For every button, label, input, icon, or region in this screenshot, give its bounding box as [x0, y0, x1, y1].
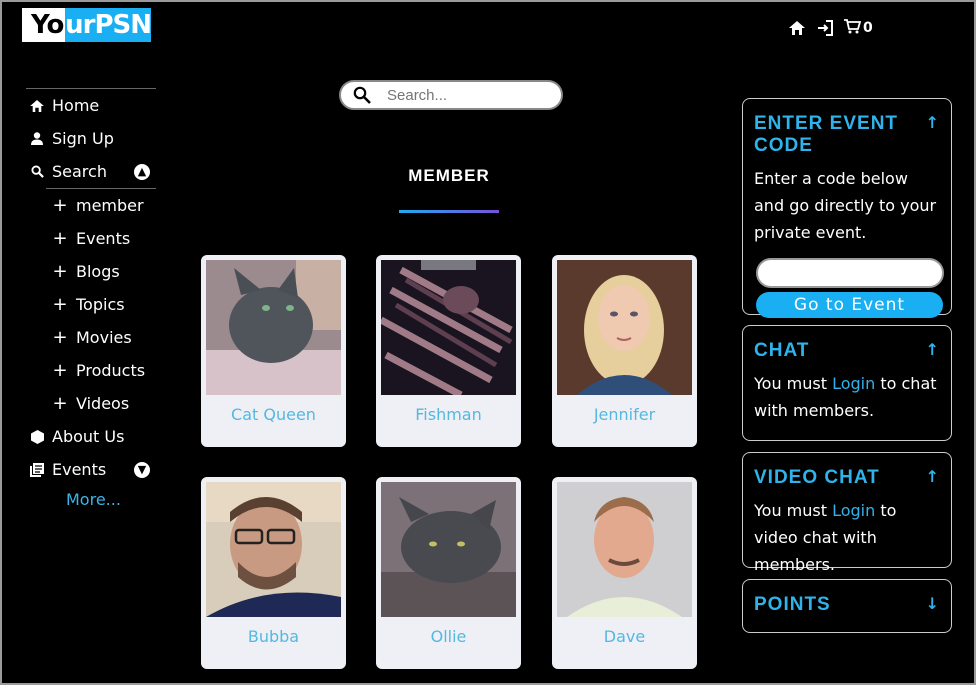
more-link[interactable]: More... — [26, 486, 156, 514]
submenu-item-topics[interactable]: + Topics — [46, 288, 156, 321]
login-link[interactable]: Login — [832, 501, 875, 520]
plus-icon: + — [52, 228, 68, 249]
member-name: Dave — [603, 627, 646, 646]
site-logo[interactable]: Yo urPSN — [22, 8, 152, 42]
sidebar-item-label: Events — [52, 460, 107, 479]
arrow-up-icon[interactable]: ↑ — [926, 113, 939, 132]
text-prefix: You must — [754, 501, 833, 520]
submenu-item-label: Movies — [76, 328, 132, 347]
panel-text: You must Login to video chat with member… — [743, 489, 951, 578]
member-photo — [206, 260, 341, 395]
sidebar-item-events[interactable]: Events ▼ — [26, 453, 156, 486]
panel-text: Enter a code below and go directly to yo… — [754, 169, 937, 242]
points-panel: POINTS ↓ — [742, 579, 952, 633]
panel-title: ENTER EVENT CODE — [754, 113, 899, 156]
search-input[interactable] — [385, 85, 539, 105]
submenu-item-label: Topics — [76, 295, 125, 314]
plus-icon: + — [52, 294, 68, 315]
sidebar-item-about[interactable]: About Us — [26, 420, 156, 453]
chat-panel: CHAT ↑ You must Login to chat with membe… — [742, 325, 952, 441]
panel-text: You must Login to chat with members. — [743, 362, 951, 424]
member-name: Ollie — [430, 627, 467, 646]
arrow-up-icon[interactable]: ↑ — [926, 340, 939, 359]
search-submenu: + member + Events + Blogs + Topics + Movies +… — [46, 188, 156, 420]
list-icon — [26, 462, 48, 477]
member-card[interactable]: Jennifer — [552, 255, 697, 447]
page-frame: Yo urPSN 0 Home Sign Up Search ▲ + membe… — [0, 0, 976, 685]
panel-title: VIDEO CHAT — [754, 467, 880, 488]
cart-button[interactable]: 0 — [844, 18, 873, 38]
submenu-item-label: Blogs — [76, 262, 120, 281]
expand-down-icon[interactable]: ▼ — [134, 461, 150, 478]
search-icon — [26, 165, 48, 178]
member-card[interactable]: Bubba — [201, 477, 346, 669]
logo-right-text: urPSN — [65, 8, 152, 42]
plus-icon: + — [52, 261, 68, 282]
member-card[interactable]: Ollie — [376, 477, 521, 669]
member-name: Fishman — [415, 405, 482, 424]
user-icon — [26, 132, 48, 145]
submenu-item-videos[interactable]: + Videos — [46, 387, 156, 420]
member-name: Jennifer — [593, 405, 656, 424]
plus-icon: + — [52, 195, 68, 216]
hexagon-icon — [26, 429, 48, 444]
logo-left-text: Yo — [22, 8, 66, 42]
page-title: MEMBER — [408, 166, 490, 185]
member-name: Cat Queen — [231, 405, 316, 424]
member-photo — [557, 482, 692, 617]
submenu-item-events[interactable]: + Events — [46, 222, 156, 255]
text-prefix: You must — [754, 374, 833, 393]
event-code-input[interactable] — [756, 258, 944, 288]
plus-icon: + — [52, 360, 68, 381]
home-icon[interactable] — [788, 19, 806, 37]
sidebar-item-label: About Us — [52, 427, 125, 446]
member-photo — [381, 482, 516, 617]
sidebar-nav: Home Sign Up Search ▲ + member + Events + B… — [26, 88, 156, 514]
member-name: Bubba — [247, 627, 300, 646]
panel-title: POINTS — [754, 594, 831, 615]
member-photo — [381, 260, 516, 395]
submenu-item-label: member — [76, 196, 144, 215]
arrow-up-icon[interactable]: ↑ — [926, 467, 939, 486]
sidebar-item-label: Home — [52, 96, 100, 115]
member-card[interactable]: Dave — [552, 477, 697, 669]
arrow-down-icon[interactable]: ↓ — [926, 594, 939, 613]
sidebar-item-label: Sign Up — [52, 129, 114, 148]
member-card[interactable]: Cat Queen — [201, 255, 346, 447]
search-icon — [353, 86, 375, 104]
submenu-item-blogs[interactable]: + Blogs — [46, 255, 156, 288]
collapse-up-icon[interactable]: ▲ — [134, 163, 150, 180]
go-to-event-button[interactable]: Go to Event — [756, 292, 943, 318]
search-bar — [339, 80, 563, 110]
sidebar-item-signup[interactable]: Sign Up — [26, 122, 156, 155]
submenu-item-label: Events — [76, 229, 131, 248]
cart-icon — [844, 18, 862, 38]
plus-icon: + — [52, 327, 68, 348]
sidebar-item-label: Search — [52, 162, 107, 181]
login-icon[interactable] — [816, 19, 834, 37]
plus-icon: + — [52, 393, 68, 414]
member-card[interactable]: Fishman — [376, 255, 521, 447]
submenu-item-label: Products — [76, 361, 146, 380]
event-code-panel: ENTER EVENT CODE ↑ Enter a code below an… — [742, 98, 952, 318]
title-underline — [399, 210, 499, 213]
sidebar-item-search[interactable]: Search ▲ — [26, 155, 156, 188]
member-photo — [557, 260, 692, 395]
submenu-item-movies[interactable]: + Movies — [46, 321, 156, 354]
panel-title: CHAT — [754, 340, 810, 361]
cart-count: 0 — [863, 20, 873, 36]
video-chat-panel: VIDEO CHAT ↑ You must Login to video cha… — [742, 452, 952, 574]
login-link[interactable]: Login — [832, 374, 875, 393]
member-photo — [206, 482, 341, 617]
top-nav: 0 — [788, 18, 873, 38]
submenu-item-member[interactable]: + member — [46, 189, 156, 222]
home-icon — [26, 99, 48, 112]
submenu-item-label: Videos — [76, 394, 130, 413]
sidebar-item-home[interactable]: Home — [26, 89, 156, 122]
submenu-item-products[interactable]: + Products — [46, 354, 156, 387]
